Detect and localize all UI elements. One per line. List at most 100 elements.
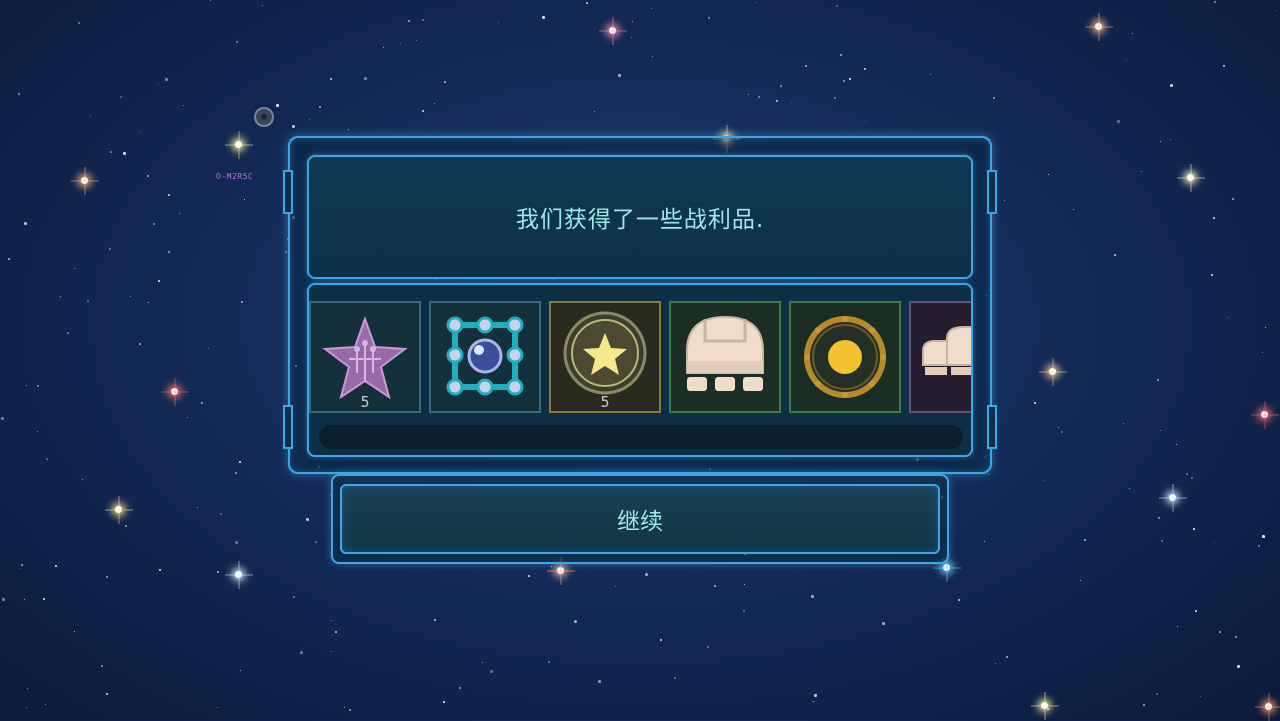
star-dot	[217, 571, 220, 574]
continue-button-label: 继续	[617, 509, 663, 535]
star-dot	[1211, 274, 1214, 277]
star-dot	[27, 688, 29, 690]
loot-item-slot[interactable]: 5	[309, 301, 421, 413]
bright-star	[81, 177, 88, 184]
star-dot	[101, 665, 103, 667]
star-dot	[67, 332, 69, 334]
star-dot	[482, 662, 484, 664]
star-dot	[651, 8, 653, 10]
star-dot	[45, 704, 47, 706]
star-dot	[241, 301, 244, 304]
star-dot	[55, 565, 57, 567]
loot-scrollbar[interactable]	[319, 425, 963, 449]
star-dot	[434, 103, 436, 105]
star-dot	[106, 576, 109, 579]
star-dot	[187, 417, 189, 419]
star-dot	[776, 100, 779, 103]
star-dot	[348, 129, 350, 131]
bright-star	[1261, 411, 1268, 418]
star-dot	[90, 115, 92, 117]
star-dot	[110, 151, 112, 153]
star-dot	[1061, 431, 1063, 433]
star-dot	[615, 586, 617, 588]
star-dot	[165, 78, 168, 81]
star-dot	[995, 663, 997, 665]
star-dot	[344, 707, 346, 709]
star-dot	[349, 709, 352, 712]
star-dot	[984, 541, 986, 543]
star-dot	[834, 97, 837, 100]
star-dot	[1186, 473, 1188, 475]
loot-item-slot[interactable]	[429, 301, 541, 413]
star-dot	[1160, 430, 1162, 432]
star-dot	[490, 670, 493, 673]
loot-item-slot[interactable]	[669, 301, 781, 413]
star-dot	[1235, 636, 1237, 638]
star-dot	[201, 402, 203, 404]
star-dot	[1223, 65, 1226, 68]
gold-ring-orb-icon	[804, 316, 886, 398]
star-dot	[74, 631, 76, 633]
star-dot	[208, 348, 210, 350]
star-dot	[46, 458, 49, 461]
star-dot	[708, 17, 710, 19]
star-dot	[1262, 352, 1264, 354]
message-panel: 我们获得了一些战利品.	[307, 155, 973, 279]
star-dot	[755, 2, 757, 4]
star-dot	[18, 93, 21, 96]
star-dot	[1132, 33, 1134, 35]
star-dot	[1200, 696, 1202, 698]
loot-item-slot[interactable]	[789, 301, 901, 413]
star-dot	[153, 223, 155, 225]
star-dot	[1219, 631, 1221, 633]
loot-strip[interactable]: 5 5	[309, 301, 971, 413]
star-dot	[158, 84, 160, 86]
continue-button[interactable]: 继续	[340, 484, 940, 554]
star-dot	[1276, 10, 1278, 12]
star-dot	[236, 41, 238, 43]
star-dot	[865, 121, 867, 123]
star-dot	[805, 65, 807, 67]
star-dot	[444, 81, 446, 83]
star-dot	[179, 213, 181, 215]
star-dot	[1161, 540, 1164, 543]
star-dot	[840, 54, 843, 57]
star-dot	[416, 40, 418, 42]
star-dot	[319, 106, 321, 108]
star-dot	[744, 584, 746, 586]
star-dot	[125, 525, 128, 528]
star-dot	[1157, 379, 1159, 381]
star-dot	[331, 620, 333, 622]
star-dot	[574, 620, 577, 623]
star-dot	[1047, 708, 1049, 710]
star-dot	[109, 248, 111, 250]
bright-star	[235, 571, 242, 578]
star-dot	[197, 507, 199, 509]
star-dot	[1048, 174, 1050, 176]
star-dot	[1232, 198, 1234, 200]
bright-star	[943, 564, 950, 571]
star-dot	[309, 119, 311, 121]
star-dot	[791, 102, 793, 104]
star-system-node-icon[interactable]	[254, 107, 274, 127]
star-dot	[292, 125, 295, 128]
star-dot	[780, 85, 782, 87]
loot-item-slot[interactable]	[909, 301, 971, 413]
bright-star	[1049, 368, 1056, 375]
armor-pod-icon	[922, 326, 971, 375]
bright-star	[1187, 174, 1194, 181]
star-dot	[1237, 665, 1240, 668]
loot-item-count: 5	[360, 393, 370, 411]
star-dot	[618, 74, 621, 77]
star-dot	[24, 222, 27, 225]
loot-item-slot[interactable]: 5	[549, 301, 661, 413]
star-dot	[1176, 444, 1178, 446]
star-dot	[244, 199, 246, 201]
star-dot	[528, 575, 530, 577]
star-dot	[130, 296, 132, 298]
star-dot	[1265, 327, 1267, 329]
star-dot	[210, 0, 212, 2]
star-dot	[87, 300, 90, 303]
star-dot	[434, 619, 436, 621]
star-dot	[631, 37, 633, 39]
